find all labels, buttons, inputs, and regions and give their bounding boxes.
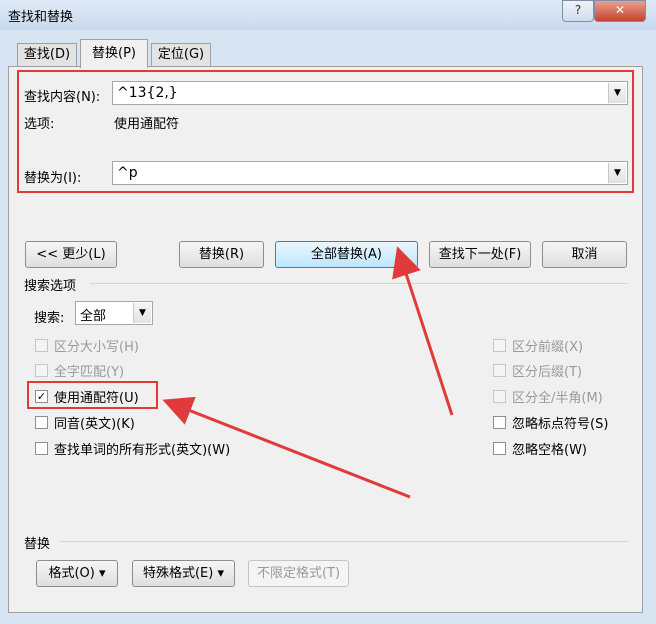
annotation-arrows (162, 246, 454, 499)
arrow-to-replace-all (392, 246, 454, 416)
tab-replace[interactable]: 替换(P) (80, 39, 148, 68)
arrow-to-wildcards (162, 396, 411, 499)
